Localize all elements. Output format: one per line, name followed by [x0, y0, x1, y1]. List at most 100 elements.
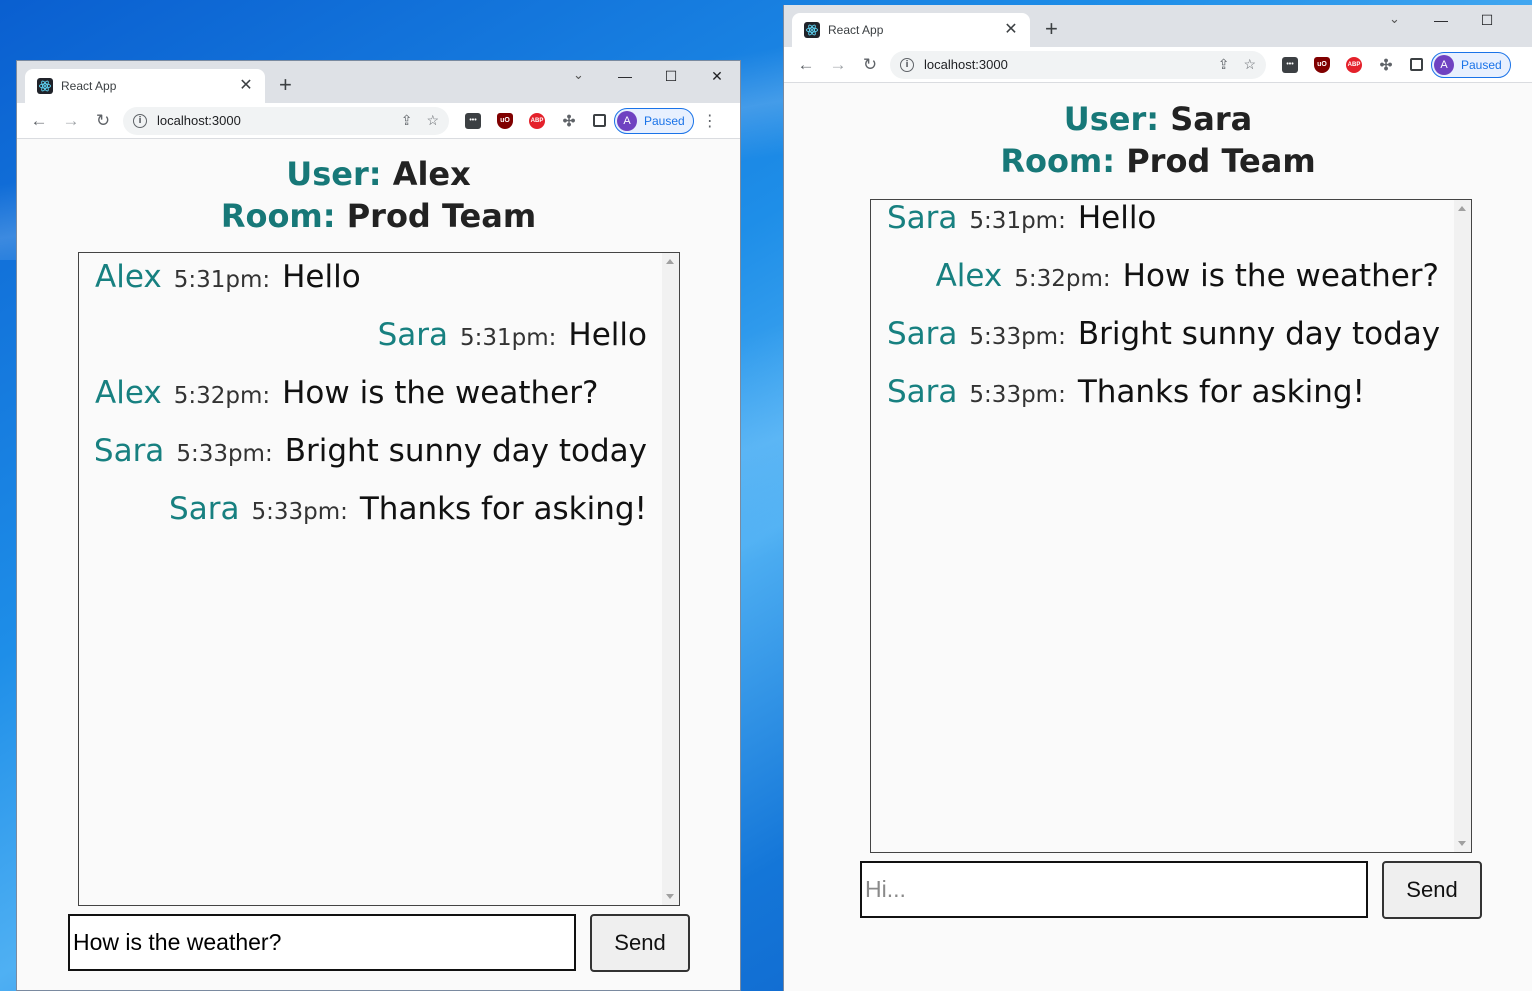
reload-button[interactable]: ↻ — [854, 55, 886, 75]
extension-icon[interactable]: ••• — [465, 112, 481, 129]
chevron-down-icon[interactable]: ⌄ — [1389, 11, 1400, 27]
scroll-up-icon[interactable] — [1458, 206, 1466, 211]
side-panel-icon[interactable] — [1410, 58, 1423, 71]
message-user: Sara — [887, 316, 958, 352]
message-user: Sara — [377, 317, 449, 353]
puzzle-icon[interactable]: ✣ — [561, 113, 577, 130]
message-user: Sara — [169, 491, 240, 527]
minimize-button[interactable]: — — [602, 68, 648, 84]
user-label: User: — [286, 155, 382, 193]
scrollbar[interactable] — [662, 253, 679, 905]
profile-button[interactable]: A Paused — [614, 107, 694, 134]
new-tab-button[interactable]: + — [279, 73, 292, 97]
message-item: Sara 5:31pm: Hello — [79, 317, 679, 375]
scrollbar[interactable] — [1454, 200, 1471, 852]
message-input[interactable]: How is the weather? — [68, 914, 576, 971]
forward-button[interactable]: → — [822, 55, 854, 75]
message-text: Thanks for asking! — [359, 491, 647, 527]
tab-react-app[interactable]: React App ✕ — [25, 69, 265, 103]
share-icon[interactable]: ⇪ — [1218, 56, 1230, 73]
new-tab-button[interactable]: + — [1045, 17, 1058, 41]
avatar: A — [617, 110, 637, 131]
message-item: Sara 5:33pm: Bright sunny day today — [79, 433, 679, 491]
back-button[interactable]: ← — [23, 111, 55, 131]
message-item: Sara 5:33pm: Thanks for asking! — [871, 374, 1471, 432]
message-text: Bright sunny day today — [284, 433, 647, 469]
react-icon — [804, 22, 820, 38]
profile-status: Paused — [644, 113, 685, 128]
messages-container: Sara 5:31pm: Hello Alex 5:32pm: How is t… — [871, 200, 1471, 432]
tab-title: React App — [61, 79, 117, 93]
message-time: 5:33pm: — [969, 382, 1066, 408]
scroll-down-icon[interactable] — [1458, 841, 1466, 846]
address-bar[interactable]: i localhost:3000 ⇪ ☆ — [123, 106, 449, 135]
extension-icon[interactable]: ••• — [1282, 56, 1298, 73]
ublock-icon[interactable]: uO — [1314, 56, 1330, 73]
message-text: Hello — [282, 259, 361, 295]
info-icon[interactable]: i — [900, 57, 914, 72]
adblock-icon[interactable]: ABP — [1346, 56, 1362, 73]
adblock-icon[interactable]: ABP — [529, 112, 545, 129]
star-icon[interactable]: ☆ — [426, 112, 439, 129]
message-time: 5:32pm: — [173, 383, 271, 409]
message-user: Sara — [93, 433, 165, 469]
maximize-button[interactable]: ☐ — [648, 68, 694, 85]
window-controls: — ☐ ✕ — [602, 61, 740, 91]
react-icon — [37, 78, 53, 94]
message-time: 5:32pm: — [1014, 266, 1111, 292]
message-user: Sara — [887, 200, 958, 236]
side-panel-icon[interactable] — [593, 114, 606, 127]
message-item: Sara 5:31pm: Hello — [871, 200, 1471, 258]
address-bar[interactable]: i localhost:3000 ⇪ ☆ — [890, 50, 1266, 79]
profile-status: Paused — [1461, 57, 1502, 72]
window-close-button[interactable]: ✕ — [694, 68, 740, 85]
message-time: 5:31pm: — [460, 325, 557, 351]
profile-button[interactable]: A Paused — [1431, 51, 1511, 78]
menu-icon[interactable]: ⋮ — [702, 111, 718, 131]
url-text[interactable]: localhost:3000 — [924, 57, 1204, 72]
maximize-button[interactable]: ☐ — [1464, 12, 1510, 29]
user-name: Alex — [392, 155, 471, 193]
message-list[interactable]: Sara 5:31pm: Hello Alex 5:32pm: How is t… — [870, 199, 1472, 853]
message-user: Alex — [95, 375, 162, 411]
tab-strip: React App ✕ + ⌄ — ☐ ✕ — [17, 61, 740, 103]
message-time: 5:31pm: — [969, 208, 1066, 234]
star-icon[interactable]: ☆ — [1243, 56, 1256, 73]
ublock-icon[interactable]: uO — [497, 112, 513, 129]
message-input[interactable]: Hi... — [860, 861, 1368, 918]
message-time: 5:33pm: — [251, 499, 348, 525]
room-heading: Room: Prod Team — [17, 195, 740, 237]
message-item: Sara 5:33pm: Bright sunny day today — [871, 316, 1471, 374]
url-text[interactable]: localhost:3000 — [157, 113, 387, 128]
browser-window-alex: React App ✕ + ⌄ — ☐ ✕ ← → ↻ i localhost:… — [16, 60, 741, 991]
message-text: Bright sunny day today — [1077, 316, 1441, 352]
message-list[interactable]: Alex 5:31pm: Hello Sara 5:31pm: Hello Al… — [78, 252, 680, 906]
send-button[interactable]: Send — [590, 914, 690, 972]
message-item: Alex 5:32pm: How is the weather? — [871, 258, 1471, 316]
close-icon[interactable]: ✕ — [237, 77, 255, 95]
close-icon[interactable]: ✕ — [1002, 21, 1020, 39]
send-button[interactable]: Send — [1382, 861, 1482, 919]
puzzle-icon[interactable]: ✣ — [1378, 57, 1394, 74]
user-name: Sara — [1170, 100, 1253, 138]
scroll-up-icon[interactable] — [666, 259, 674, 264]
browser-window-sara: React App ✕ + ⌄ — ☐ ← → ↻ i localhost:30… — [783, 5, 1532, 991]
scroll-down-icon[interactable] — [666, 894, 674, 899]
browser-toolbar: ← → ↻ i localhost:3000 ⇪ ☆ ••• uO ABP ✣ … — [784, 47, 1532, 83]
forward-button[interactable]: → — [55, 111, 87, 131]
message-user: Alex — [935, 258, 1003, 294]
info-icon[interactable]: i — [133, 113, 147, 128]
reload-button[interactable]: ↻ — [87, 111, 119, 131]
share-icon[interactable]: ⇪ — [401, 112, 413, 129]
tab-title: React App — [828, 23, 884, 37]
window-controls: — ☐ — [1418, 5, 1510, 35]
message-time: 5:33pm: — [176, 441, 273, 467]
tab-react-app[interactable]: React App ✕ — [792, 13, 1030, 47]
chat-page: User: Sara Room: Prod Team Sara 5:31pm: … — [784, 98, 1532, 919]
chevron-down-icon[interactable]: ⌄ — [573, 67, 584, 83]
avatar: A — [1434, 54, 1454, 75]
back-button[interactable]: ← — [790, 55, 822, 75]
message-time: 5:33pm: — [969, 324, 1066, 350]
message-text: Hello — [1077, 200, 1157, 236]
minimize-button[interactable]: — — [1418, 12, 1464, 28]
